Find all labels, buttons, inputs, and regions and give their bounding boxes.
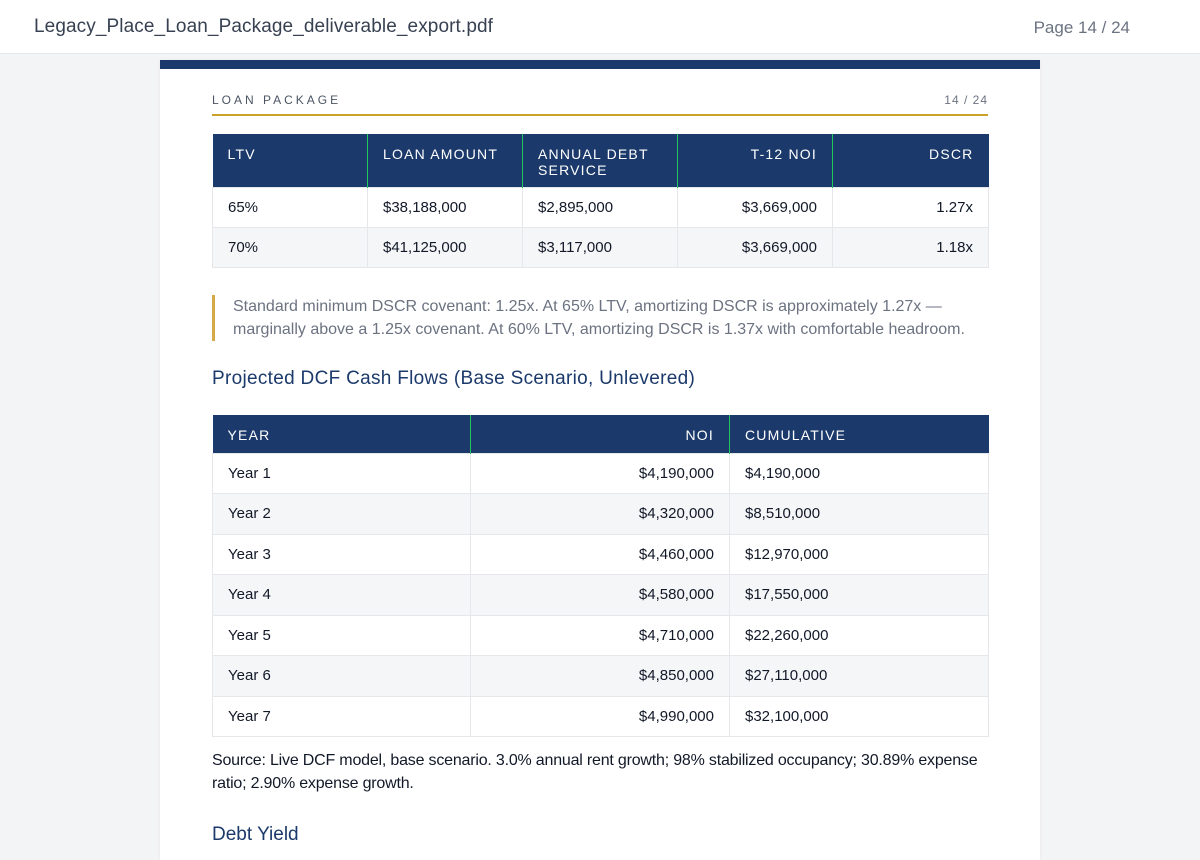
cell-annual-debt-service: $2,895,000 [522,186,678,228]
cell-annual-debt-service: $3,117,000 [522,226,678,268]
column-header-dscr: DSCR [832,134,989,187]
cell-noi: $4,320,000 [470,493,730,535]
table-row: Year 7 $4,990,000 $32,100,000 [212,695,989,737]
column-header-ltv: LTV [212,134,368,187]
table-row: 65% $38,188,000 $2,895,000 $3,669,000 1.… [212,186,989,228]
table-header-row: LTV LOAN AMOUNT ANNUAL DEBT SERVICE T-12… [212,134,989,187]
cell-year: Year 3 [212,533,471,575]
cell-year: Year 7 [212,695,471,737]
column-header-cumulative: CUMULATIVE [729,415,989,453]
cell-noi: $4,580,000 [470,574,730,616]
cell-year: Year 5 [212,614,471,656]
cell-noi: $4,190,000 [470,452,730,494]
cell-noi: $4,710,000 [470,614,730,656]
cell-year: Year 4 [212,574,471,616]
table-row: Year 3 $4,460,000 $12,970,000 [212,533,989,575]
column-header-year: YEAR [212,415,471,453]
running-header: LOAN PACKAGE 14 / 24 [212,93,988,116]
table-row: Year 1 $4,190,000 $4,190,000 [212,452,989,494]
table-row: Year 6 $4,850,000 $27,110,000 [212,655,989,697]
dscr-covenant-callout: Standard minimum DSCR covenant: 1.25x. A… [212,295,988,341]
cell-cumulative: $12,970,000 [729,533,989,575]
cell-loan-amount: $38,188,000 [367,186,523,228]
ltv-dscr-table: LTV LOAN AMOUNT ANNUAL DEBT SERVICE T-12… [212,134,989,268]
source-note: Source: Live DCF model, base scenario. 3… [212,752,978,792]
cell-noi: $4,460,000 [470,533,730,575]
table-row: Year 2 $4,320,000 $8,510,000 [212,493,989,535]
table-row: Year 4 $4,580,000 $17,550,000 [212,574,989,616]
cell-noi: $4,990,000 [470,695,730,737]
column-header-noi: NOI [470,415,730,453]
cell-cumulative: $22,260,000 [729,614,989,656]
running-header-page: 14 / 24 [944,93,988,107]
cell-ltv: 65% [212,186,368,228]
table-row: 70% $41,125,000 $3,117,000 $3,669,000 1.… [212,226,989,268]
dcf-section-title: Projected DCF Cash Flows (Base Scenario,… [212,368,696,389]
document-page: LOAN PACKAGE 14 / 24 LTV LOAN AMOUNT ANN… [160,60,1040,860]
cell-cumulative: $8,510,000 [729,493,989,535]
running-header-section: LOAN PACKAGE [212,93,342,107]
page-top-accent-bar [160,60,1040,69]
page-indicator: Page 14 / 24 [1033,18,1130,37]
cell-dscr: 1.27x [832,186,989,228]
pdf-viewer-toolbar: Legacy_Place_Loan_Package_deliverable_ex… [0,0,1200,54]
table-row: Year 5 $4,710,000 $22,260,000 [212,614,989,656]
cell-loan-amount: $41,125,000 [367,226,523,268]
cell-dscr: 1.18x [832,226,989,268]
cell-t12-noi: $3,669,000 [677,226,833,268]
cell-noi: $4,850,000 [470,655,730,697]
cell-cumulative: $4,190,000 [729,452,989,494]
dcf-cash-flow-table: YEAR NOI CUMULATIVE Year 1 $4,190,000 $4… [212,415,989,737]
cell-cumulative: $27,110,000 [729,655,989,697]
cell-year: Year 2 [212,493,471,535]
cell-year: Year 1 [212,452,471,494]
column-header-t12-noi: T-12 NOI [677,134,833,187]
cell-ltv: 70% [212,226,368,268]
document-filename: Legacy_Place_Loan_Package_deliverable_ex… [34,16,494,37]
cell-year: Year 6 [212,655,471,697]
cell-cumulative: $17,550,000 [729,574,989,616]
cell-t12-noi: $3,669,000 [677,186,833,228]
column-header-loan-amount: LOAN AMOUNT [367,134,523,187]
cell-cumulative: $32,100,000 [729,695,989,737]
debt-yield-section-title: Debt Yield [212,824,299,845]
table-header-row: YEAR NOI CUMULATIVE [212,415,989,453]
column-header-annual-debt-service: ANNUAL DEBT SERVICE [522,134,678,187]
